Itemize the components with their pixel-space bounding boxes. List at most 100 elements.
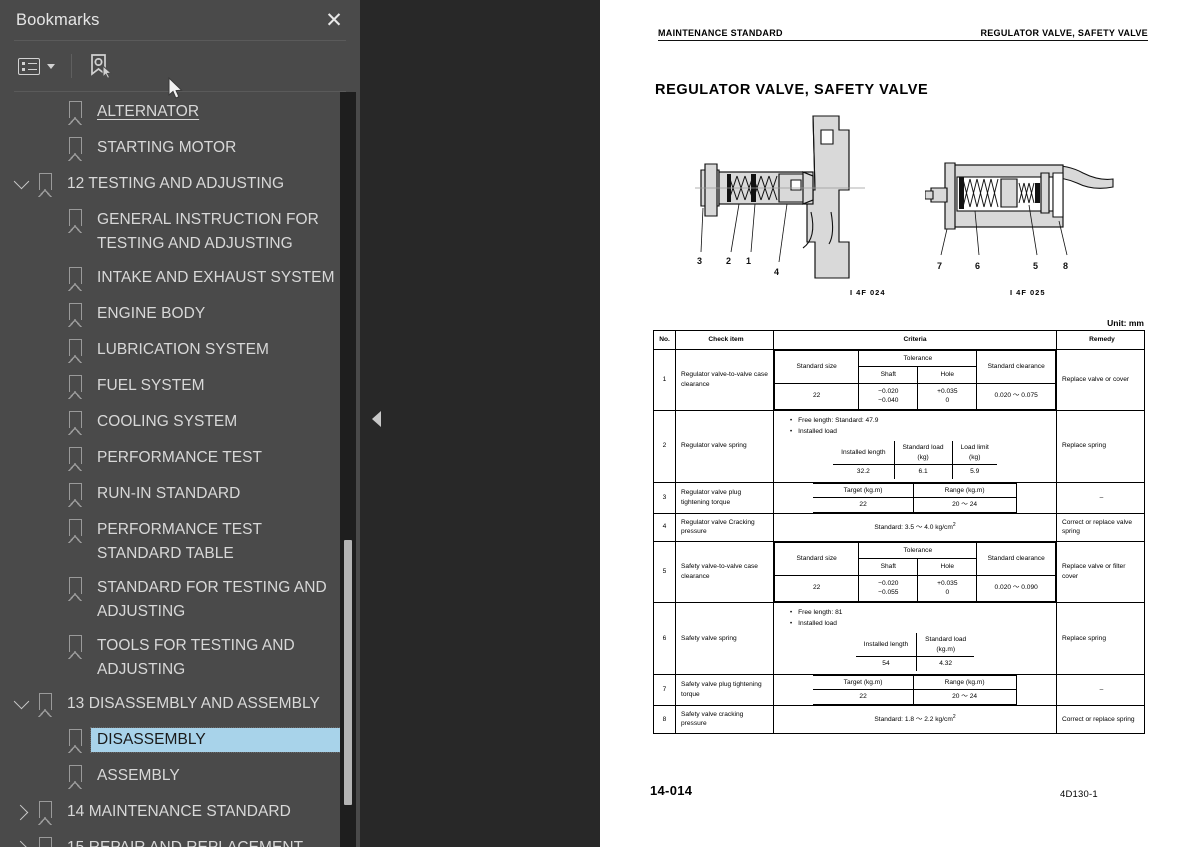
bookmark-item[interactable]: RUN-IN STANDARD — [0, 477, 360, 513]
bookmark-item[interactable]: ENGINE BODY — [0, 297, 360, 333]
table-row: 3 Regulator valve plug tightening torque T… — [653, 481, 1145, 514]
chevron-down-icon[interactable] — [8, 172, 34, 190]
bookmark-item-label: 13 DISASSEMBLY AND ASSEMBLY — [67, 695, 320, 712]
row-number: 2 — [653, 409, 676, 483]
bookmark-item-label: ASSEMBLY — [97, 767, 180, 784]
figure-safety-valve: 7 6 5 8 — [925, 162, 1114, 271]
bookmark-item[interactable]: ALTERNATOR — [0, 95, 360, 131]
criteria-cell: Standard size Tolerance Standard clearance… — [773, 540, 1057, 603]
pdf-viewer-window: Bookmarks ✕ ALTERNATOR STARTING MOTOR 12… — [0, 0, 1200, 847]
criteria-cell: Target (kg.m) Range (kg.m) 22 20 ～ 24 — [773, 673, 1057, 706]
bookmark-icon — [64, 764, 86, 789]
bookmark-item-label: PERFORMANCE TEST STANDARD TABLE — [97, 521, 262, 562]
table-row: 4 Regulator valve Cracking pressure Standa… — [653, 512, 1145, 542]
bookmark-item[interactable]: 14 MAINTENANCE STANDARD — [0, 795, 360, 831]
row-number: 5 — [653, 540, 676, 603]
criteria-cell: Free length: 81Installed loadInstalled l… — [773, 601, 1057, 675]
header-left-text: MAINTENANCE STANDARD — [658, 28, 783, 38]
svg-text:1: 1 — [746, 256, 751, 266]
bookmark-item[interactable]: LUBRICATION SYSTEM — [0, 333, 360, 369]
row-number: 8 — [653, 704, 676, 734]
svg-text:4: 4 — [774, 267, 779, 277]
bookmark-item[interactable]: FUEL SYSTEM — [0, 369, 360, 405]
remedy-cell: Replace spring — [1056, 601, 1145, 675]
row-number: 1 — [653, 348, 676, 411]
bookmark-icon — [34, 172, 56, 197]
svg-text:6: 6 — [975, 261, 980, 271]
viewer-gutter — [360, 0, 600, 847]
header-right-text: REGULATOR VALVE, SAFETY VALVE — [980, 28, 1148, 38]
row-number: 7 — [653, 673, 676, 706]
bookmark-icon — [64, 338, 86, 363]
bookmark-item[interactable]: ASSEMBLY — [0, 759, 360, 795]
bookmark-item-label: TOOLS FOR TESTING AND ADJUSTING — [97, 637, 295, 678]
document-code: 4D130-1 — [1060, 789, 1098, 800]
collapse-sidebar-handle[interactable] — [372, 411, 381, 427]
chevron-down-icon[interactable] — [8, 692, 34, 710]
bookmark-icon — [64, 302, 86, 327]
remedy-cell: Replace spring — [1056, 409, 1145, 483]
row-number: 3 — [653, 481, 676, 514]
criteria-cell: Target (kg.m) Range (kg.m) 22 20 ～ 24 — [773, 481, 1057, 514]
criteria-cell: Free length: Standard: 47.9Installed loa… — [773, 409, 1057, 483]
header-rule — [658, 40, 1148, 41]
bookmark-item[interactable]: DISASSEMBLY — [0, 723, 360, 759]
bookmark-item-label: COOLING SYSTEM — [97, 413, 238, 430]
bookmarks-panel: Bookmarks ✕ ALTERNATOR STARTING MOTOR 12… — [0, 0, 360, 847]
maintenance-standard-table: No. Check item Criteria Remedy 1 Regulator va… — [653, 330, 1145, 734]
bookmarks-panel-header: Bookmarks ✕ — [0, 0, 360, 40]
list-icon — [18, 57, 40, 75]
bookmarks-tree[interactable]: ALTERNATOR STARTING MOTOR 12 TESTING AND A… — [0, 91, 360, 847]
bookmark-item[interactable]: STANDARD FOR TESTING AND ADJUSTING — [0, 571, 360, 629]
bookmark-item[interactable]: PERFORMANCE TEST STANDARD TABLE — [0, 513, 360, 571]
bookmark-icon — [34, 692, 56, 717]
bookmark-item[interactable]: TOOLS FOR TESTING AND ADJUSTING — [0, 629, 360, 687]
bookmark-item[interactable]: INTAKE AND EXHAUST SYSTEM — [0, 261, 360, 297]
criteria-cell: Standard: 1.8 ～ 2.2 kg/cm2 — [773, 704, 1057, 734]
bookmark-item-label: ENGINE BODY — [97, 305, 206, 322]
sidebar-scrollbar-thumb[interactable] — [344, 540, 352, 805]
bookmark-item[interactable]: 13 DISASSEMBLY AND ASSEMBLY — [0, 687, 360, 723]
bookmark-item-label: RUN-IN STANDARD — [97, 485, 241, 502]
bookmark-icon — [34, 836, 56, 847]
bookmark-item-label: INTAKE AND EXHAUST SYSTEM — [97, 269, 335, 286]
bookmark-icon — [64, 728, 86, 753]
row-number: 6 — [653, 601, 676, 675]
figure-1-caption: I 4F 024 — [850, 288, 886, 297]
chevron-right-icon[interactable] — [8, 836, 34, 847]
bookmark-item[interactable]: STARTING MOTOR — [0, 131, 360, 167]
figure-regulator-valve: 3 2 1 4 — [695, 115, 865, 279]
bookmark-item[interactable]: 12 TESTING AND ADJUSTING — [0, 167, 360, 203]
bookmark-icon — [64, 100, 86, 125]
svg-text:8: 8 — [1063, 261, 1068, 271]
bookmark-item-label: GENERAL INSTRUCTION FOR TESTING AND ADJU… — [97, 211, 319, 252]
new-bookmark-button[interactable] — [86, 50, 114, 82]
list-view-options-button[interactable] — [16, 50, 57, 82]
check-item: Safety valve spring — [675, 601, 774, 675]
row-number: 4 — [653, 512, 676, 542]
bookmark-item[interactable]: COOLING SYSTEM — [0, 405, 360, 441]
bookmark-icon — [64, 634, 86, 659]
bookmark-item-label: LUBRICATION SYSTEM — [97, 341, 269, 358]
table-row: 8 Safety valve cracking pressure Standard:… — [653, 704, 1145, 734]
chevron-down-icon — [47, 63, 55, 69]
svg-text:5: 5 — [1033, 261, 1038, 271]
bookmark-icon — [64, 576, 86, 601]
bookmark-item-label: ALTERNATOR — [97, 103, 200, 120]
bookmark-item-label: 14 MAINTENANCE STANDARD — [67, 803, 291, 820]
table-row: 1 Regulator valve-to-valve case clearance… — [653, 348, 1145, 411]
bookmark-item-label: STARTING MOTOR — [97, 139, 237, 156]
bookmark-item[interactable]: 15 REPAIR AND REPLACEMENT — [0, 831, 360, 847]
close-icon[interactable]: ✕ — [322, 8, 346, 32]
table-row: 2Regulator valve springFree length: Stan… — [653, 409, 1145, 483]
svg-text:7: 7 — [937, 261, 942, 271]
bookmark-cursor-icon — [88, 53, 112, 79]
bookmark-icon — [64, 266, 86, 291]
bookmarks-panel-title: Bookmarks — [16, 10, 100, 29]
bookmark-item[interactable]: GENERAL INSTRUCTION FOR TESTING AND ADJU… — [0, 203, 360, 261]
toolbar-divider — [71, 54, 72, 78]
check-item: Regulator valve spring — [675, 409, 774, 483]
table-header-row: No. Check item Criteria Remedy — [653, 330, 1145, 350]
bookmark-item[interactable]: PERFORMANCE TEST — [0, 441, 360, 477]
chevron-right-icon[interactable] — [8, 800, 34, 821]
